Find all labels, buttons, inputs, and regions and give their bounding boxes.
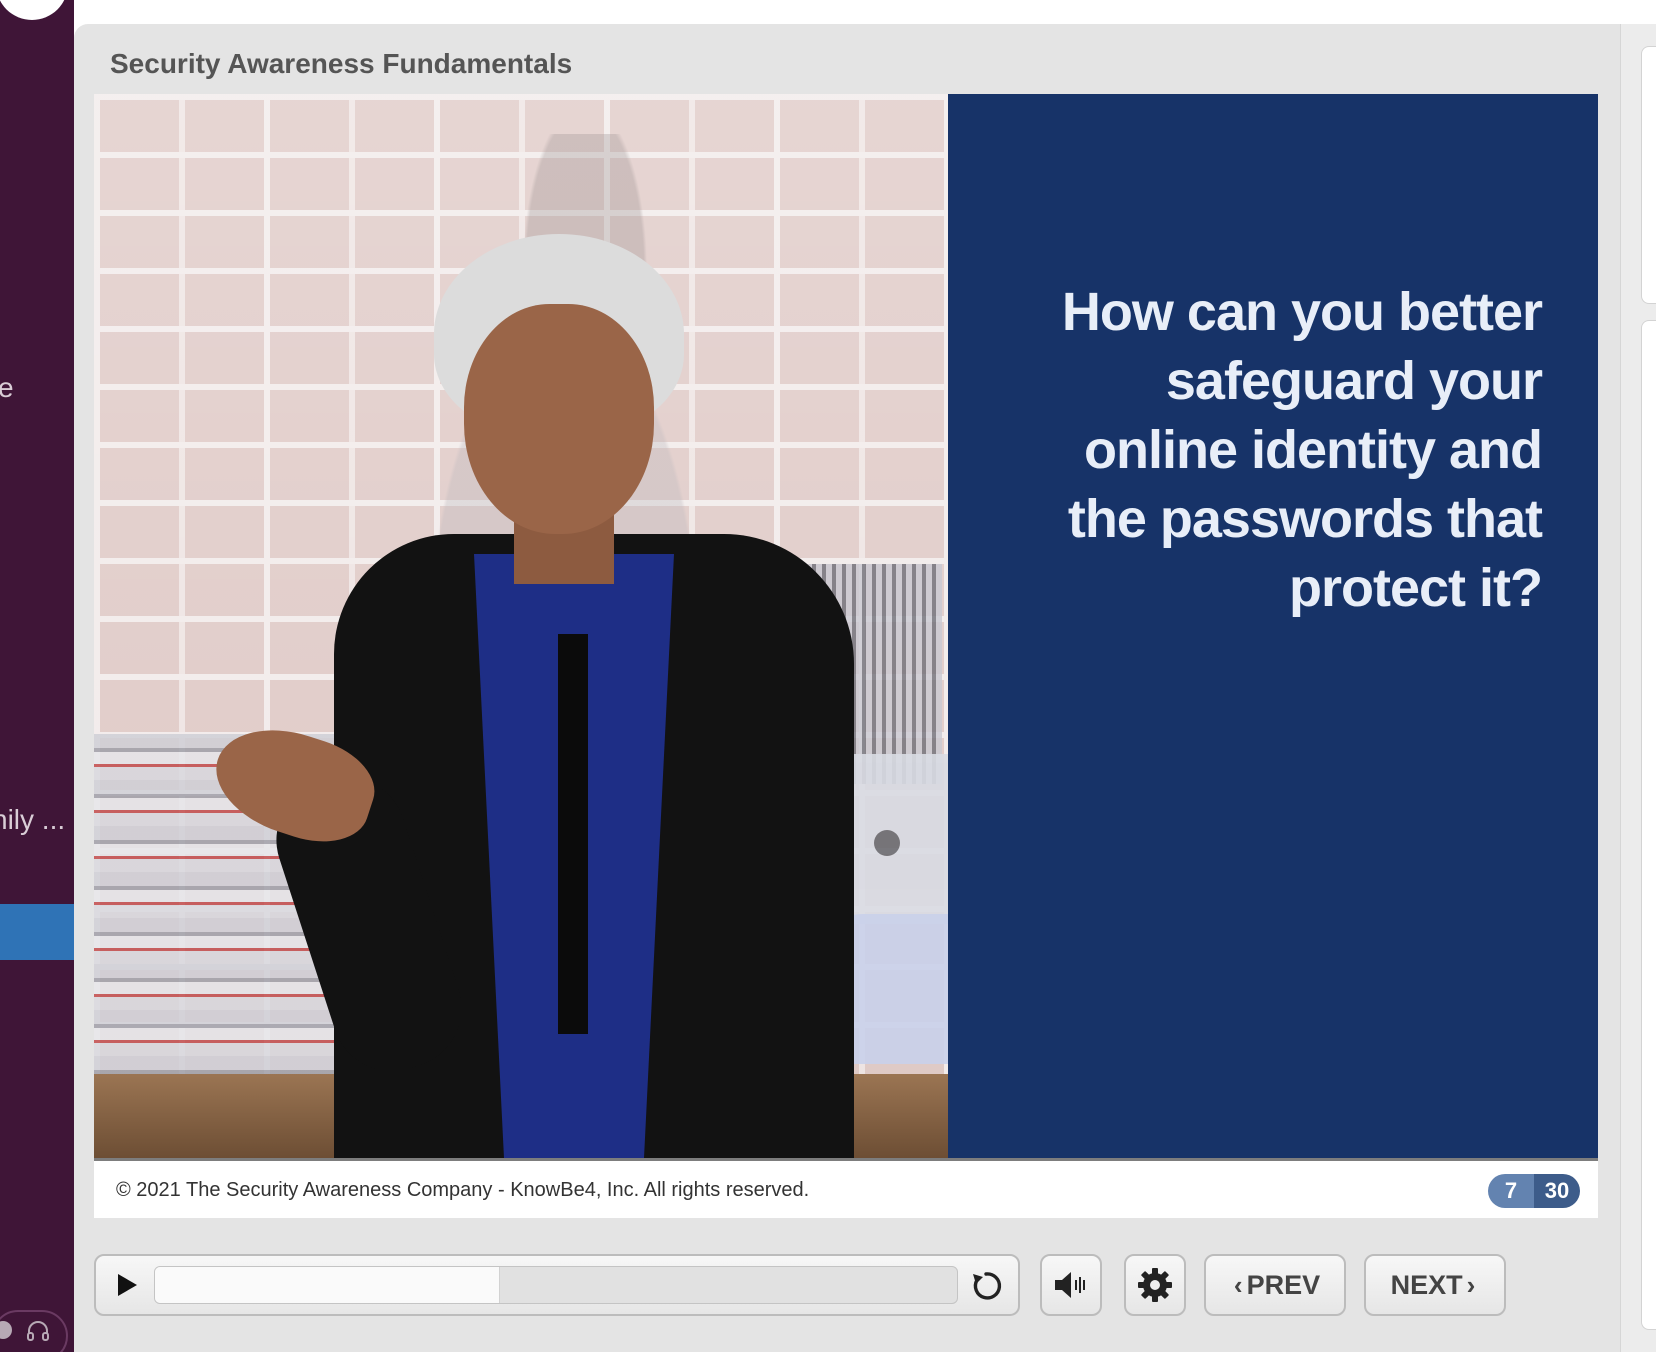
prev-label: PREV (1246, 1269, 1321, 1300)
slide-footer: © 2021 The Security Awareness Company - … (94, 1158, 1598, 1218)
next-label: NEXT (1390, 1269, 1463, 1300)
left-sidebar: e nily ... (0, 0, 74, 1352)
presenter (202, 234, 854, 1158)
prev-button[interactable]: ‹ PREV (1204, 1254, 1346, 1316)
player-controls: ‹ PREV NEXT › (94, 1254, 1598, 1318)
play-button[interactable] (112, 1270, 142, 1300)
page: e nily ... Security Awareness Fundamenta… (0, 0, 1656, 1352)
slide-video[interactable]: How can you better safeguard your online… (94, 94, 1598, 1158)
total-slides-number: 30 (1534, 1174, 1580, 1208)
sidebar-item-partial[interactable]: e (0, 372, 14, 404)
slide-question: How can you better safeguard your online… (1061, 282, 1543, 618)
seek-bar-progress (155, 1267, 500, 1303)
play-icon (118, 1274, 137, 1296)
presenter-video-frame (94, 94, 996, 1158)
volume-icon (1055, 1272, 1085, 1298)
slide-counter: 7 30 (1488, 1174, 1580, 1208)
right-panel-tab[interactable] (1641, 320, 1656, 1330)
question-panel: How can you better safeguard your online… (948, 94, 1598, 1158)
seek-bar-group (94, 1254, 1020, 1316)
settings-gear-icon (1138, 1268, 1172, 1302)
right-panel-edge (1620, 24, 1656, 1352)
copyright-text: © 2021 The Security Awareness Company - … (116, 1179, 810, 1201)
sidebar-top-button[interactable] (0, 0, 68, 20)
seek-bar[interactable] (154, 1266, 958, 1304)
replay-icon (973, 1272, 1002, 1300)
sidebar-item-partial[interactable]: nily ... (0, 804, 65, 836)
current-slide-number: 7 (1488, 1174, 1534, 1208)
chevron-right-icon: › (1466, 1269, 1476, 1300)
right-panel-tab[interactable] (1641, 46, 1656, 304)
chevron-left-icon: ‹ (1233, 1269, 1243, 1300)
sidebar-item-active[interactable] (0, 904, 74, 960)
course-title: Security Awareness Fundamentals (110, 48, 573, 79)
replay-button[interactable] (968, 1268, 1004, 1304)
headset-icon[interactable] (26, 1320, 52, 1342)
settings-button[interactable] (1124, 1254, 1186, 1316)
volume-button[interactable] (1040, 1254, 1102, 1316)
course-player: Security Awareness Fundamentals How can … (74, 24, 1656, 1352)
next-button[interactable]: NEXT › (1364, 1254, 1506, 1316)
